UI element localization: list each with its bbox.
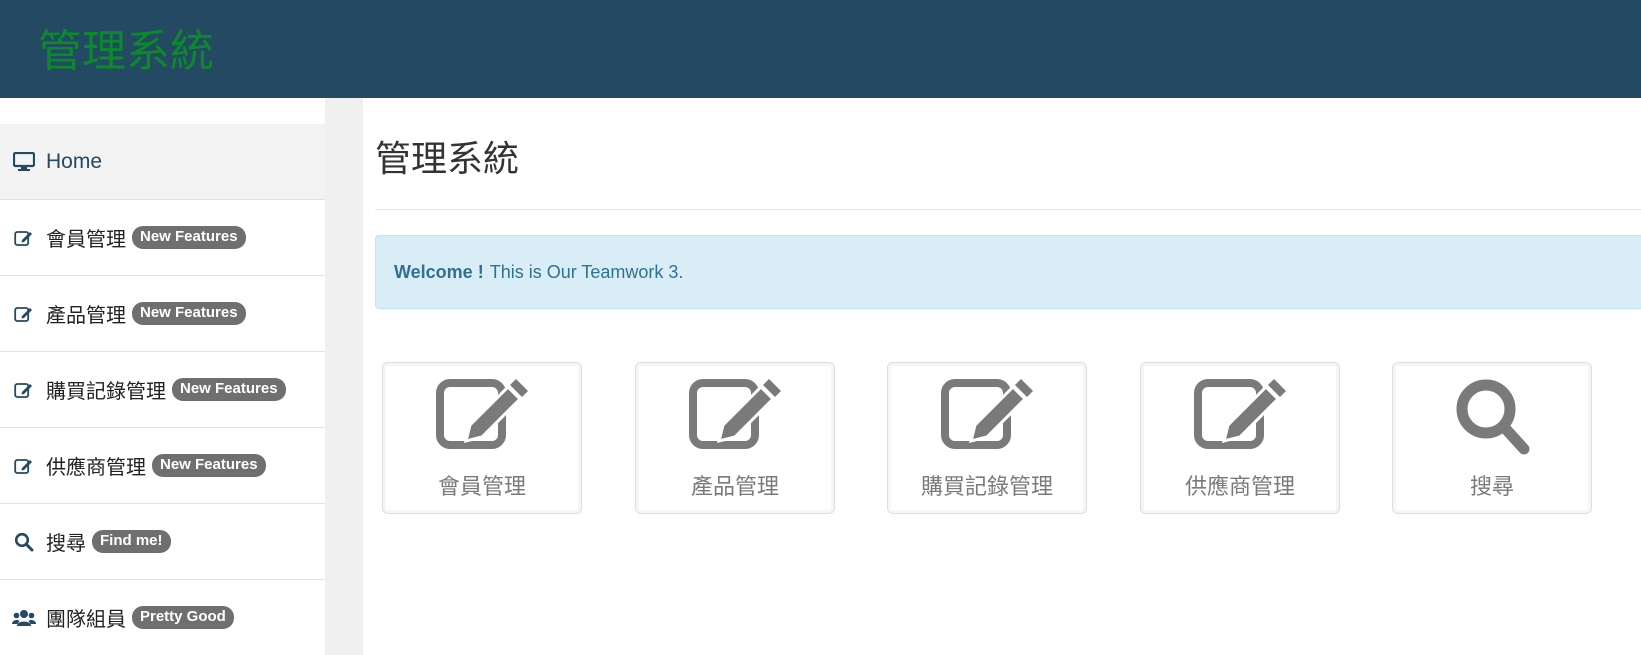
edit-icon <box>12 379 36 401</box>
sidebar-item-label: Home <box>46 149 103 173</box>
edit-icon <box>12 227 36 249</box>
sidebar-item-label: 供應商管理 <box>46 455 146 479</box>
tile-label: 搜尋 <box>1469 475 1514 500</box>
edit-icon <box>12 303 36 325</box>
tile-products[interactable]: 產品管理 <box>635 362 835 514</box>
new-features-badge: New Features <box>132 226 246 249</box>
main-content: 管理系統 Welcome ! This is Our Teamwork 3. 會… <box>363 98 1641 655</box>
tile-label: 會員管理 <box>437 475 526 500</box>
search-icon <box>12 531 36 553</box>
sidebar-item-team[interactable]: 團隊組員 Pretty Good <box>0 580 325 655</box>
brand-title[interactable]: 管理系統 <box>38 27 214 76</box>
alert-strong: Welcome ! <box>394 261 484 282</box>
tile-purchases[interactable]: 購買記錄管理 <box>887 362 1087 514</box>
edit-icon <box>689 379 781 449</box>
tile-label: 供應商管理 <box>1184 475 1295 500</box>
welcome-alert: Welcome ! This is Our Teamwork 3. <box>375 235 1641 309</box>
sidebar-item-search[interactable]: 搜尋 Find me! <box>0 504 325 580</box>
tile-suppliers[interactable]: 供應商管理 <box>1140 362 1340 514</box>
edit-icon <box>12 455 36 477</box>
users-icon <box>12 607 36 629</box>
title-divider <box>375 209 1641 210</box>
tile-label: 產品管理 <box>690 475 779 500</box>
new-features-badge: New Features <box>132 302 246 325</box>
pretty-good-badge: Pretty Good <box>132 606 234 629</box>
tile-search[interactable]: 搜尋 <box>1392 362 1592 514</box>
sidebar-item-suppliers[interactable]: 供應商管理 New Features <box>0 428 325 504</box>
top-navbar: 管理系統 <box>0 0 1641 98</box>
edit-icon <box>1194 379 1286 449</box>
alert-text: This is Our Teamwork 3. <box>489 261 684 282</box>
sidebar-item-label: 購買記錄管理 <box>46 379 166 403</box>
sidebar-item-home[interactable]: Home <box>0 124 325 200</box>
monitor-icon <box>12 151 36 173</box>
new-features-badge: New Features <box>152 454 266 477</box>
sidebar-item-label: 會員管理 <box>46 227 126 251</box>
sidebar: Home 會員管理 New Features 產品管理 New Features… <box>0 98 325 655</box>
sidebar-item-products[interactable]: 產品管理 New Features <box>0 276 325 352</box>
sidebar-item-label: 產品管理 <box>46 303 126 327</box>
sidebar-item-label: 搜尋 <box>46 531 86 555</box>
page-title: 管理系統 <box>375 139 520 180</box>
tile-label: 購買記錄管理 <box>920 475 1053 500</box>
sidebar-item-members[interactable]: 會員管理 New Features <box>0 200 325 276</box>
edit-icon <box>941 379 1033 449</box>
edit-icon <box>436 379 528 449</box>
find-me-badge: Find me! <box>92 530 171 553</box>
search-icon <box>1456 379 1530 455</box>
sidebar-item-purchases[interactable]: 購買記錄管理 New Features <box>0 352 325 428</box>
new-features-badge: New Features <box>172 378 286 401</box>
tile-members[interactable]: 會員管理 <box>382 362 582 514</box>
sidebar-item-label: 團隊組員 <box>46 607 126 631</box>
sidebar-gutter <box>325 98 363 655</box>
